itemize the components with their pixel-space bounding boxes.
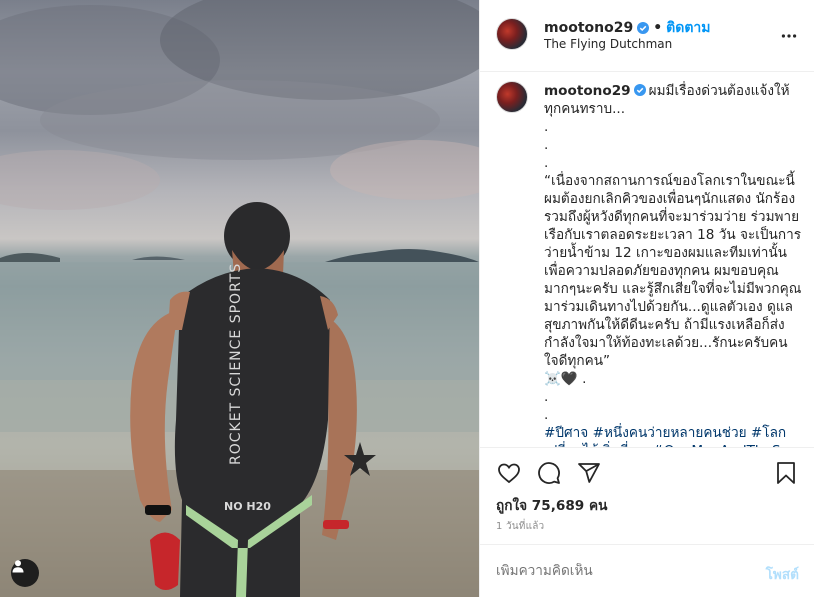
caption-text: mootono29 ผมมีเรื่องด่วนต้องแจ้งให้ทุกคนท… [544,82,806,447]
separator-dot: • [653,20,663,36]
caption-line: ☠️🖤 . [544,371,587,387]
share-button[interactable] [576,460,602,486]
caption-hashtags[interactable]: #ปีศาจ #หนึ่งคนว่ายหลายคนช่วย #โลกเปลี่ย… [544,424,806,447]
post-side-panel: mootono29 • ติดตาม The Flying Dutchman m… [479,0,814,597]
caption-line: . [544,389,549,405]
bookmark-icon [777,462,795,484]
user-tag-button[interactable] [11,559,39,587]
action-bar [480,448,814,500]
comment-icon [538,462,560,484]
comment-form: โพสต์ [480,544,814,597]
photo-scene: ROCKET SCIENCE SPORTS NO H20 [0,0,479,597]
avatar[interactable] [496,18,528,50]
caption-line: . [544,137,549,153]
wetsuit-model-text: NO H20 [224,500,271,513]
caption-line: . [544,155,549,171]
post-timestamp[interactable]: 1 วันที่แล้ว [496,519,544,534]
post-photo[interactable]: ROCKET SCIENCE SPORTS NO H20 [0,0,479,597]
caption-section: mootono29 ผมมีเรื่องด่วนต้องแจ้งให้ทุกคนท… [480,72,814,448]
user-tag-icon [12,560,24,573]
wetsuit-brand-text: ROCKET SCIENCE SPORTS [228,263,244,465]
caption-line: . [544,119,549,135]
verified-badge-icon [637,22,650,34]
save-button[interactable] [773,460,799,486]
caption-paragraph: “เนื่องจากสถานการณ์ของโลกเราในขณะนี้ ผมต… [544,173,802,369]
caption-username[interactable]: mootono29 [544,83,631,99]
share-icon [578,463,600,483]
verified-badge-icon [633,84,646,96]
post-header: mootono29 • ติดตาม The Flying Dutchman [480,0,814,72]
comment-button[interactable] [536,460,562,486]
likes-count[interactable]: ถูกใจ 75,689 คน [496,494,607,516]
heart-icon [498,463,520,484]
caption-line: . [544,407,549,423]
more-options-icon [781,34,797,38]
location-link[interactable]: The Flying Dutchman [544,37,672,51]
comment-input[interactable] [496,563,736,579]
post-comment-button[interactable]: โพสต์ [766,563,799,585]
follow-button[interactable]: ติดตาม [666,17,710,39]
username-link[interactable]: mootono29 [544,20,633,36]
more-options-button[interactable] [779,26,799,46]
like-button[interactable] [496,460,522,486]
caption-avatar[interactable] [496,81,528,113]
